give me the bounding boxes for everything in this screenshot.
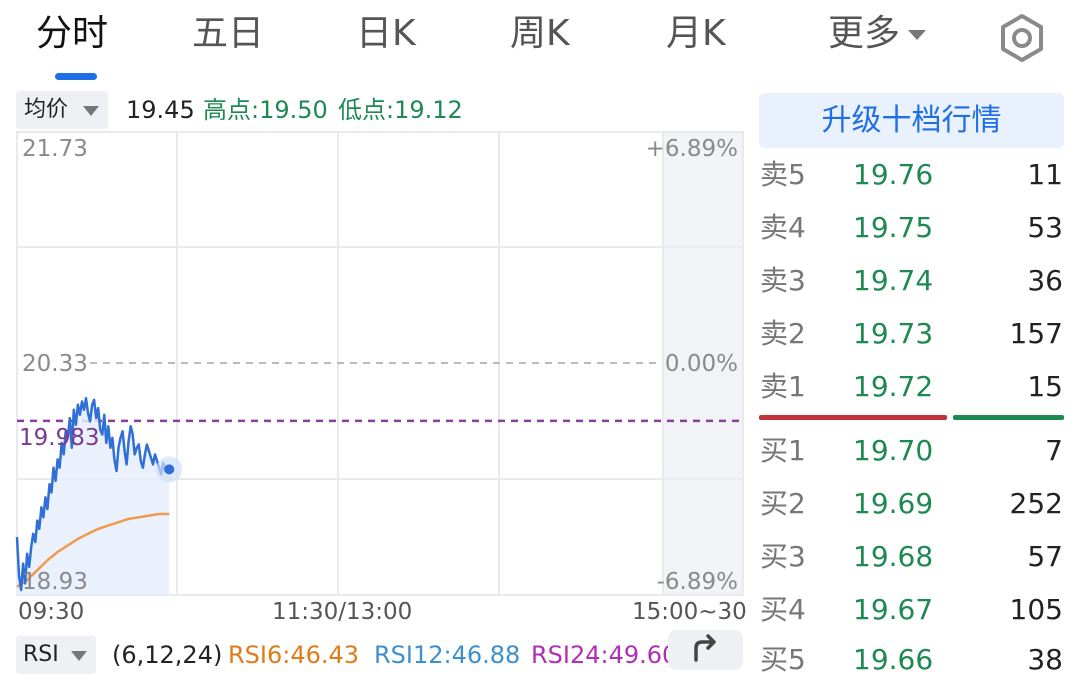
ask-volume: 157	[1009, 317, 1063, 350]
rsi24-value: RSI24:49.60	[531, 641, 678, 669]
bid-volume: 105	[1009, 593, 1063, 626]
chevron-down-icon	[908, 30, 927, 40]
bid-label: 买2	[760, 487, 806, 520]
bid-volume: 252	[1009, 487, 1063, 520]
ask-price: 19.75	[853, 211, 934, 244]
ask-label: 卖4	[760, 211, 806, 244]
ask-label: 卖3	[760, 264, 806, 297]
bid-row[interactable]: 买1 19.70 7	[760, 425, 1066, 477]
ask-price: 19.76	[853, 158, 934, 191]
expand-chart-button[interactable]	[668, 630, 743, 670]
indicator-selector-label: RSI	[23, 642, 59, 667]
y-axis-mid-label: 20.33	[22, 351, 88, 377]
bid-label: 买5	[760, 643, 806, 676]
bid-row[interactable]: 买5 19.66 38	[760, 634, 1066, 686]
ask-label: 卖2	[760, 317, 806, 350]
bid-volume: 38	[1027, 643, 1063, 676]
bid-volume: 7	[1045, 434, 1063, 467]
y-axis-right-bottom-label: -6.89%	[656, 569, 738, 595]
ask-bid-divider-green	[953, 415, 1064, 420]
bid-label: 买1	[760, 434, 806, 467]
ma-value-label: 19.983	[19, 425, 100, 451]
ask-row[interactable]: 卖5 19.76 11	[760, 149, 1066, 201]
bid-row[interactable]: 买2 19.69 252	[760, 478, 1066, 530]
bid-label: 买3	[760, 540, 806, 573]
y-axis-top-label: 21.73	[22, 136, 88, 162]
bid-price: 19.69	[853, 487, 934, 520]
indicator-params: (6,12,24)	[112, 641, 223, 669]
ask-row[interactable]: 卖2 19.73 157	[760, 308, 1066, 360]
intraday-chart[interactable]	[0, 0, 750, 630]
x-axis-midday-label: 11:30/13:00	[272, 599, 413, 625]
bid-price: 19.68	[853, 540, 934, 573]
bid-volume: 57	[1027, 540, 1063, 573]
rsi12-value: RSI12:46.88	[374, 641, 521, 669]
ask-price: 19.74	[853, 264, 934, 297]
ask-volume: 36	[1027, 264, 1063, 297]
bid-price: 19.66	[853, 643, 934, 676]
indicator-selector[interactable]: RSI	[16, 636, 96, 674]
y-axis-right-top-label: +6.89%	[645, 136, 738, 162]
bid-price: 19.67	[853, 593, 934, 626]
ask-label: 卖1	[760, 370, 806, 403]
settings-icon[interactable]	[996, 12, 1048, 64]
ask-row[interactable]: 卖3 19.74 36	[760, 255, 1066, 307]
latest-point	[164, 464, 175, 475]
bid-price: 19.70	[853, 434, 934, 467]
ask-row[interactable]: 卖4 19.75 53	[760, 202, 1066, 254]
upgrade-level10-button[interactable]: 升级十档行情	[759, 93, 1064, 148]
expand-icon	[694, 634, 716, 662]
x-axis-open-label: 09:30	[18, 599, 85, 625]
bid-label: 买4	[760, 593, 806, 626]
ask-row[interactable]: 卖1 19.72 15	[760, 361, 1066, 413]
x-axis-close-label: 15:00~30	[632, 599, 747, 625]
bid-row[interactable]: 买3 19.68 57	[760, 531, 1066, 583]
ask-bid-divider-red	[759, 415, 947, 420]
ask-volume: 15	[1027, 370, 1063, 403]
ask-volume: 11	[1027, 158, 1063, 191]
ask-price: 19.72	[853, 370, 934, 403]
bid-row[interactable]: 买4 19.67 105	[760, 584, 1066, 636]
tab-more-label: 更多	[828, 13, 901, 54]
ask-label: 卖5	[760, 158, 806, 191]
ask-price: 19.73	[853, 317, 934, 350]
rsi6-value: RSI6:46.43	[228, 641, 360, 669]
tab-more[interactable]: 更多	[828, 10, 927, 58]
y-axis-bottom-label: 18.93	[22, 569, 88, 595]
y-axis-right-mid-label: 0.00%	[664, 351, 738, 377]
ask-volume: 53	[1027, 211, 1063, 244]
